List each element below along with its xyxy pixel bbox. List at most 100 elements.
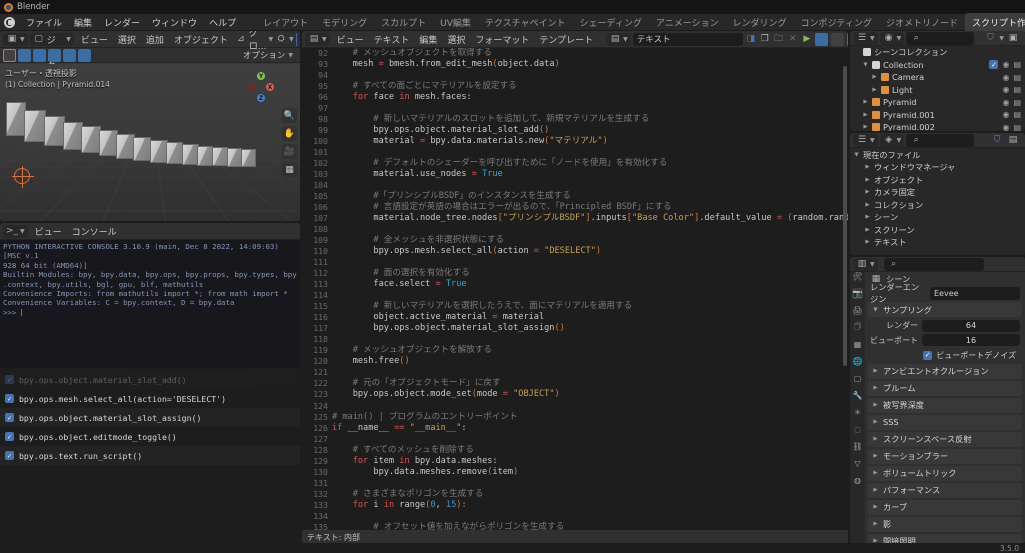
properties-panel-8[interactable]: ▶ パフォーマンス	[868, 482, 1022, 498]
viewport-prism-13[interactable]	[227, 148, 242, 167]
eye-icon[interactable]: ◉	[1002, 73, 1009, 82]
text-editor-body[interactable]: 92 93 94 95 96 97 98 99 100 101 102 103 104 105 106 107…	[302, 48, 848, 530]
text-unlink-icon[interactable]: ✕	[787, 33, 799, 45]
text-editor[interactable]: ▤ ▼ ビュー テキスト 編集 選択 フォーマット テンプレート ▤ ▼ テキスト ◨ ❐ 🗀…	[302, 31, 848, 544]
outliner-display-mode-selector[interactable]: ◉ ▼	[879, 31, 905, 45]
viewport-prism-14[interactable]	[241, 149, 256, 167]
properties-panel-7[interactable]: ▶ ボリュームトリック	[868, 465, 1022, 481]
menu-item-3[interactable]: ウィンドウ	[146, 14, 203, 31]
tab-view-layer[interactable]: 🗇	[852, 322, 863, 333]
disclosure-triangle-icon[interactable]: ▶	[862, 99, 869, 105]
panel-disclosure-icon[interactable]: ▶	[872, 521, 879, 527]
select-tool-icon[interactable]	[3, 48, 16, 62]
menu-item-1[interactable]: 編集	[68, 14, 98, 31]
viewport-prism-7[interactable]	[133, 137, 151, 161]
disclosure-triangle-icon[interactable]: ▶	[862, 112, 869, 118]
info-checkbox-icon[interactable]: ✓	[5, 413, 14, 422]
disclosure-triangle-icon-2[interactable]: ▶	[864, 202, 871, 208]
properties-search-input[interactable]: ⌕	[883, 257, 984, 271]
properties-panel-1[interactable]: ▶ アンビエントオクルージョン	[868, 363, 1022, 379]
text-datablock-icon-box[interactable]: ▤ ▼	[606, 32, 631, 46]
outliner-row-4[interactable]: ▶ Pyramid ◉ ▤	[850, 96, 1025, 109]
gizmo-axis-x[interactable]: X	[266, 83, 274, 91]
properties-panel-9[interactable]: ▶ カーブ	[868, 499, 1022, 515]
panel-disclosure-icon[interactable]: ▶	[872, 487, 879, 493]
outliner-row-2[interactable]: ▶ Camera ◉ ▤	[850, 71, 1025, 84]
disclosure-triangle-icon-2[interactable]: ▶	[864, 239, 871, 245]
text-menu-5[interactable]: テンプレート	[534, 32, 598, 47]
blendfile-row-4[interactable]: ▶ シーン	[850, 211, 1025, 224]
python-console-editor[interactable]: >_ ▼ ビュー コンソール PYTHON INTERACTIVE CONSOLE …	[0, 223, 300, 368]
outliner-search-input[interactable]: ⌕	[906, 31, 975, 45]
camera-render-icon[interactable]: ▤	[1013, 85, 1021, 94]
camera-render-icon[interactable]: ▤	[1013, 60, 1021, 69]
workspace-tab-10[interactable]: スクリプト作成	[965, 12, 1025, 32]
menu-item-4[interactable]: ヘルプ	[203, 14, 242, 31]
properties-panel-3[interactable]: ▶ 被写界深度	[868, 397, 1022, 413]
outliner-row-6[interactable]: ▶ Pyramid.002 ◉ ▤	[850, 121, 1025, 131]
toggle-line-numbers-icon[interactable]	[814, 32, 828, 46]
disclosure-triangle-icon-2[interactable]: ▶	[864, 177, 871, 183]
console-menu-0[interactable]: ビュー	[30, 224, 67, 239]
gizmo-axis-z[interactable]: Z	[257, 94, 265, 102]
gizmo-axis-negx[interactable]	[248, 83, 256, 91]
tab-particles[interactable]: ✳	[852, 407, 863, 418]
blendfile-row-6[interactable]: ▶ テキスト	[850, 236, 1025, 249]
proportional-edit-toggle[interactable]	[295, 32, 297, 46]
eye-icon[interactable]: ◉	[1002, 85, 1009, 94]
panel-disclosure-icon[interactable]: ▶	[872, 504, 879, 510]
workspace-tab-5[interactable]: シェーディング	[573, 13, 649, 32]
editor-type-selector[interactable]: ▣ ▼	[3, 32, 28, 46]
viewport-prism-2[interactable]	[44, 116, 65, 146]
blendfile-editor-type-selector[interactable]: ☰ ▼	[853, 133, 878, 147]
checkbox-icon[interactable]: ✓	[989, 60, 999, 70]
camera-view-icon[interactable]: 🎥	[282, 144, 297, 159]
sampling-render-value[interactable]: 64	[922, 319, 1020, 332]
viewport-prism-1[interactable]	[24, 110, 46, 142]
properties-panel-4[interactable]: ▶ SSS	[868, 414, 1022, 430]
outliner-row-3[interactable]: ▶ Light ◉ ▤	[850, 84, 1025, 97]
panel-disclosure-icon[interactable]: ▼	[872, 307, 879, 313]
blendfile-row-2[interactable]: ▶ カメラ固定	[850, 186, 1025, 199]
viewport-prism-3[interactable]	[63, 122, 83, 150]
eye-icon[interactable]: ◉	[1002, 98, 1009, 107]
panel-disclosure-icon[interactable]: ▶	[872, 470, 879, 476]
info-checkbox-icon[interactable]: ✓	[5, 394, 14, 403]
camera-render-icon[interactable]: ▤	[1013, 73, 1021, 82]
sampling-viewport-value[interactable]: 16	[922, 334, 1020, 346]
console-output[interactable]: PYTHON INTERACTIVE CONSOLE 3.10.9 (main,…	[0, 240, 300, 368]
select-box-icon[interactable]	[18, 48, 31, 62]
disclosure-triangle-icon-2[interactable]: ▶	[864, 164, 871, 170]
outliner-row-5[interactable]: ▶ Pyramid.001 ◉ ▤	[850, 109, 1025, 122]
run-script-icon[interactable]: ▶	[801, 33, 813, 45]
disclosure-triangle-icon-2[interactable]: ▶	[864, 189, 871, 195]
viewport-prism-4[interactable]	[81, 126, 101, 153]
viewport-menu-0[interactable]: ビュー	[76, 32, 113, 47]
disclosure-triangle-icon[interactable]: ▶	[862, 124, 869, 130]
render-engine-value[interactable]: Eevee	[930, 286, 1020, 300]
blendfile-row-1[interactable]: ▶ オブジェクト	[850, 174, 1025, 187]
properties-editor[interactable]: ▥ ▼ ⌕ 🛠 📷 🖨 🗇 ▦ 🌐 ▢ 🔧 ✳ ◌ ⛓ ▽ ◍ ▦ シーン レン…	[850, 257, 1025, 544]
tab-physics[interactable]: ◌	[852, 424, 863, 435]
outliner-editor-type-selector[interactable]: ☰ ▼	[853, 31, 878, 45]
panel-disclosure-icon[interactable]: ▶	[872, 436, 879, 442]
filter-icon-2[interactable]: ⛉	[991, 134, 1003, 146]
panel-disclosure-icon[interactable]: ▶	[872, 419, 879, 425]
snap-magnet-icon[interactable]: ⛭	[275, 33, 287, 45]
tab-object[interactable]: ▢	[852, 373, 863, 384]
blendfile-row-0[interactable]: ▶ ウィンドウマネージャ	[850, 161, 1025, 174]
text-menu-3[interactable]: 選択	[442, 32, 470, 47]
viewport-menu-1[interactable]: 選択	[113, 32, 141, 47]
properties-editor-type-selector[interactable]: ▥ ▼	[853, 257, 878, 271]
navigation-gizmo[interactable]: X Y Z	[244, 70, 278, 104]
blendfile-outliner-editor[interactable]: ☰ ▼ ◈ ▼ ⌕ ⛉ ▤ ▼ 現在のファイル ▶ ウィンドウマネージャ ▶ オブジェクト…	[850, 133, 1025, 255]
viewport-options-button[interactable]: オプション ▼	[243, 49, 297, 61]
workspace-tab-1[interactable]: モデリング	[315, 13, 374, 32]
blendfile-display-mode-selector[interactable]: ◈ ▼	[879, 133, 905, 147]
viewport-prism-11[interactable]	[197, 146, 213, 166]
tab-output[interactable]: 🖨	[852, 305, 863, 316]
blender-menu-icon[interactable]	[3, 16, 16, 29]
disclosure-triangle-icon-2[interactable]: ▶	[864, 227, 871, 233]
camera-render-icon[interactable]: ▤	[1013, 98, 1021, 107]
workspace-tab-3[interactable]: UV編集	[433, 13, 478, 32]
